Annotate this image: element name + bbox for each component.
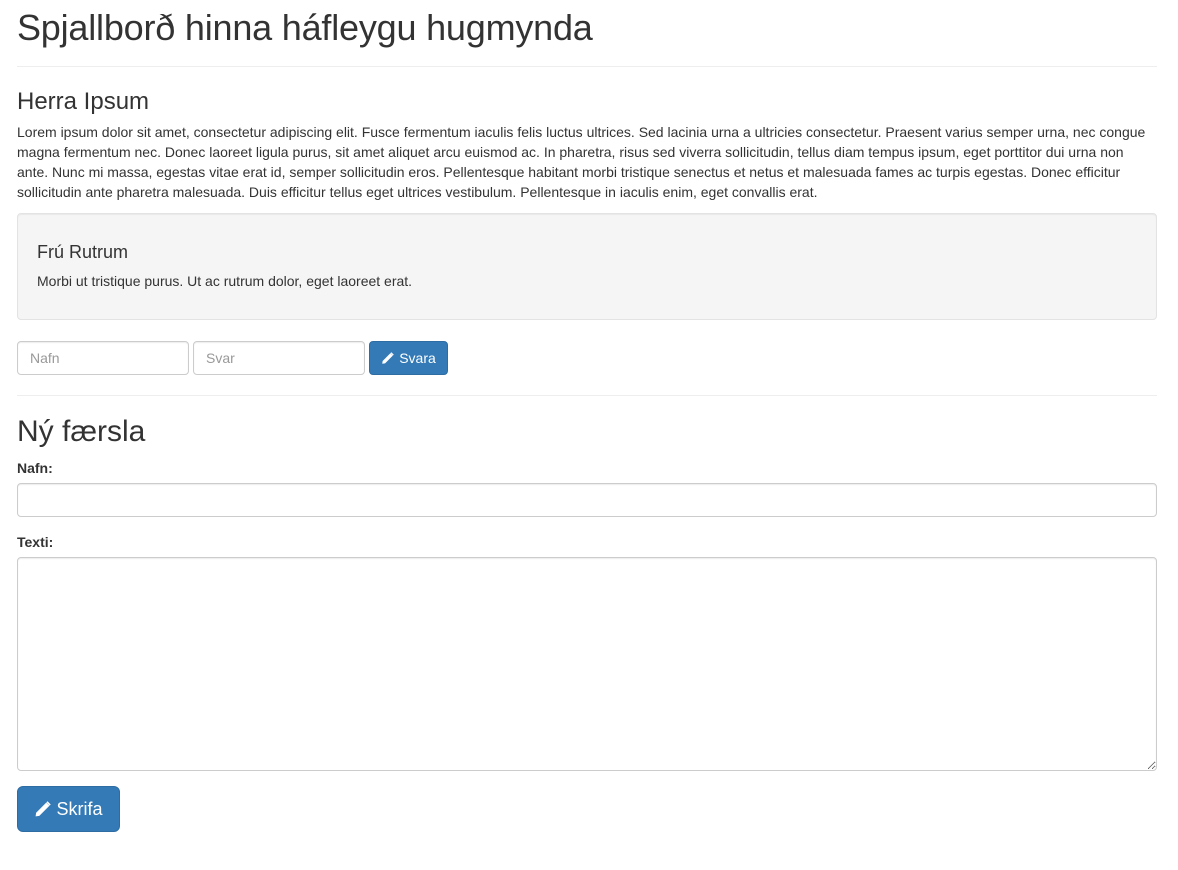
reply-author: Frú Rutrum xyxy=(37,242,129,262)
reply-answer-input[interactable] xyxy=(193,341,365,375)
reply-button-label: Svara xyxy=(399,350,436,366)
new-post-text-input[interactable] xyxy=(17,557,1157,771)
header-divider xyxy=(17,66,1157,67)
reply-text: Morbi ut tristique purus. Ut ac rutrum d… xyxy=(37,273,413,289)
post-text: Lorem ipsum dolor sit amet, consectetur … xyxy=(17,124,1146,200)
reply-form: Svara xyxy=(17,341,1157,375)
post-author: Herra Ipsum xyxy=(17,88,150,115)
new-post-name-label: Nafn: xyxy=(17,460,53,476)
page-container: Spjallborð hinna háfleygu hugmynda Herra… xyxy=(17,0,1157,832)
write-button-label: Skrifa xyxy=(56,798,103,819)
section-divider xyxy=(17,395,1157,396)
new-post-text-label: Texti: xyxy=(17,534,54,550)
new-post-name-input[interactable] xyxy=(17,483,1157,517)
reply-button[interactable]: Svara xyxy=(369,341,448,375)
reply-name-input[interactable] xyxy=(17,341,189,375)
new-post-form: Nafn: Texti: Skrifa xyxy=(17,458,1157,832)
pencil-icon xyxy=(381,351,394,365)
page-title: Spjallborð hinna háfleygu hugmynda xyxy=(17,7,593,48)
pencil-icon xyxy=(34,800,52,818)
post: Herra Ipsum Lorem ipsum dolor sit amet, … xyxy=(17,88,1157,375)
new-post-title: Ný færsla xyxy=(17,415,146,448)
reply-card: Frú Rutrum Morbi ut tristique purus. Ut … xyxy=(17,213,1157,320)
write-button[interactable]: Skrifa xyxy=(17,786,120,832)
